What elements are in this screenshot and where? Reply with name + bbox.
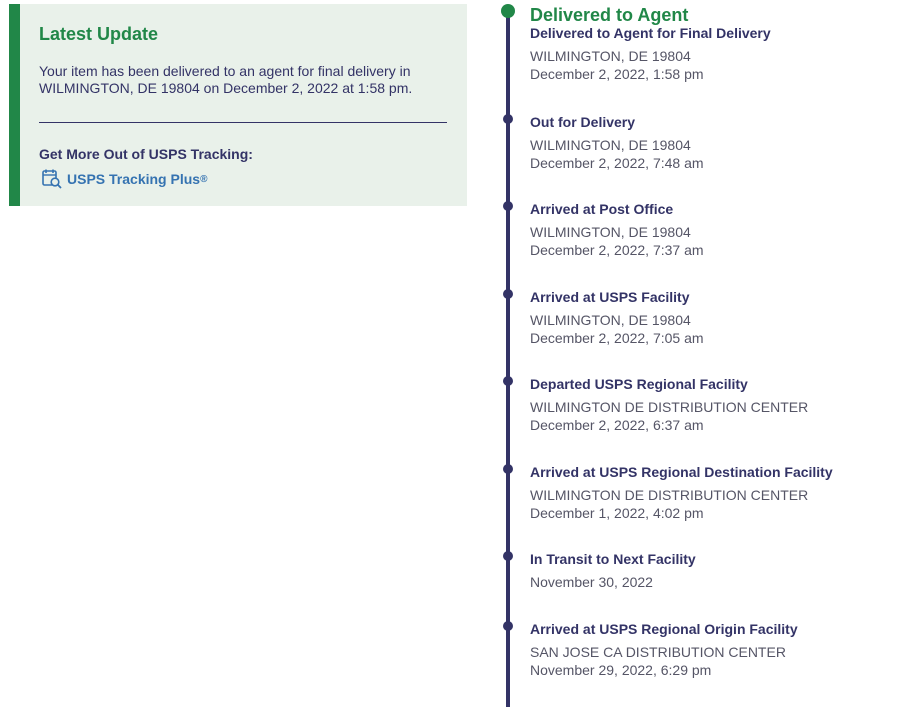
timeline-headline: Delivered to Agent [530, 5, 689, 25]
timeline-event-5: Arrived at USPS Regional Destination Fac… [530, 464, 900, 522]
event-status: Arrived at USPS Regional Destination Fac… [530, 464, 833, 480]
event-status: Out for Delivery [530, 114, 636, 130]
timeline-event-0: Delivered to Agent Delivered to Agent fo… [530, 5, 900, 83]
timeline-dot [503, 201, 513, 211]
latest-update-title: Latest Update [39, 24, 159, 44]
timeline-dot [503, 551, 513, 561]
latest-update-message: Your item has been delivered to an agent… [39, 63, 413, 96]
timeline-event-6: In Transit to Next Facility November 30,… [530, 551, 900, 591]
tracking-plus-icon [41, 168, 63, 190]
latest-update-panel: Latest Update Your item has been deliver… [9, 4, 467, 206]
event-location: WILMINGTON, DE 19804 [530, 224, 691, 240]
event-datetime: November 30, 2022 [530, 574, 653, 590]
event-status: Arrived at USPS Facility [530, 289, 690, 305]
event-location: SAN JOSE CA DISTRIBUTION CENTER [530, 644, 786, 660]
timeline-dot [503, 289, 513, 299]
event-location: WILMINGTON, DE 19804 [530, 48, 691, 64]
timeline-dot-current [501, 4, 515, 18]
event-datetime: December 2, 2022, 6:37 am [530, 417, 704, 433]
timeline-dot [503, 114, 513, 124]
event-location: WILMINGTON, DE 19804 [530, 137, 691, 153]
event-location: WILMINGTON, DE 19804 [530, 312, 691, 328]
event-datetime: November 29, 2022, 6:29 pm [530, 662, 712, 678]
timeline-event-4: Departed USPS Regional Facility WILMINGT… [530, 376, 900, 434]
timeline-event-3: Arrived at USPS Facility WILMINGTON, DE … [530, 289, 900, 347]
timeline-line [506, 8, 510, 707]
more-tracking-label: Get More Out of USPS Tracking: [39, 146, 253, 162]
event-datetime: December 2, 2022, 7:37 am [530, 242, 704, 258]
registered-mark: ® [200, 173, 208, 185]
event-status: Departed USPS Regional Facility [530, 376, 748, 392]
usps-tracking-plus-link[interactable]: USPS Tracking Plus ® [41, 168, 207, 190]
event-datetime: December 1, 2022, 4:02 pm [530, 505, 704, 521]
event-datetime: December 2, 2022, 7:48 am [530, 155, 704, 171]
event-status: Arrived at USPS Regional Origin Facility [530, 621, 798, 637]
event-location: WILMINGTON DE DISTRIBUTION CENTER [530, 399, 809, 415]
divider [39, 122, 447, 123]
timeline-dot [503, 464, 513, 474]
event-status: Arrived at Post Office [530, 201, 674, 217]
tracking-plus-label: USPS Tracking Plus [67, 171, 201, 187]
event-location: WILMINGTON DE DISTRIBUTION CENTER [530, 487, 809, 503]
timeline-event-2: Arrived at Post Office WILMINGTON, DE 19… [530, 201, 900, 259]
timeline-event-1: Out for Delivery WILMINGTON, DE 19804 De… [530, 114, 900, 172]
timeline-dot [503, 621, 513, 631]
event-datetime: December 2, 2022, 1:58 pm [530, 66, 704, 82]
timeline-event-7: Arrived at USPS Regional Origin Facility… [530, 621, 900, 679]
event-status: In Transit to Next Facility [530, 551, 696, 567]
event-status: Delivered to Agent for Final Delivery [530, 25, 771, 41]
event-datetime: December 2, 2022, 7:05 am [530, 330, 704, 346]
timeline-dot [503, 376, 513, 386]
